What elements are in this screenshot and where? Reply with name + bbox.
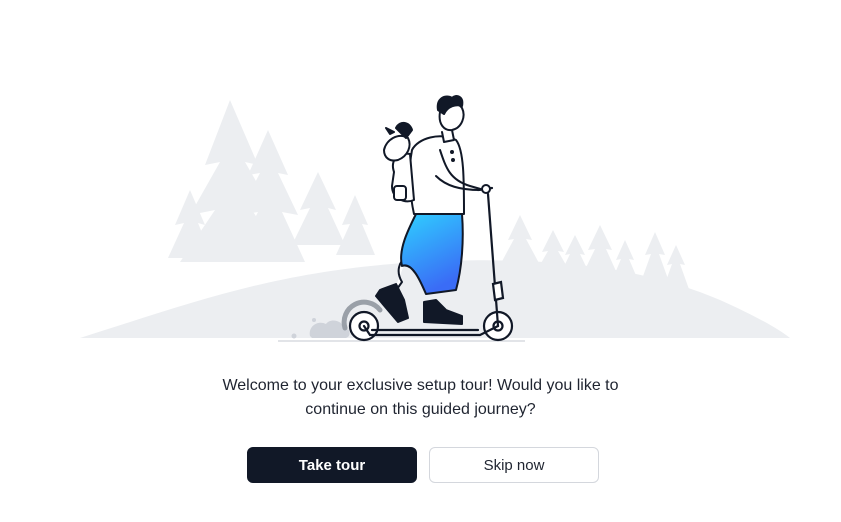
scooter-rider-illustration xyxy=(80,95,790,342)
skip-now-button[interactable]: Skip now xyxy=(429,447,599,483)
setup-tour-dialog: Welcome to your exclusive setup tour! Wo… xyxy=(0,0,841,522)
welcome-message-line-1: Welcome to your exclusive setup tour! Wo… xyxy=(222,377,619,394)
welcome-message-line-2: continue on this guided journey? xyxy=(305,401,536,418)
dialog-actions: Take tour Skip now xyxy=(247,447,599,483)
welcome-message: Welcome to your exclusive setup tour! Wo… xyxy=(0,374,841,422)
take-tour-button[interactable]: Take tour xyxy=(247,447,417,483)
